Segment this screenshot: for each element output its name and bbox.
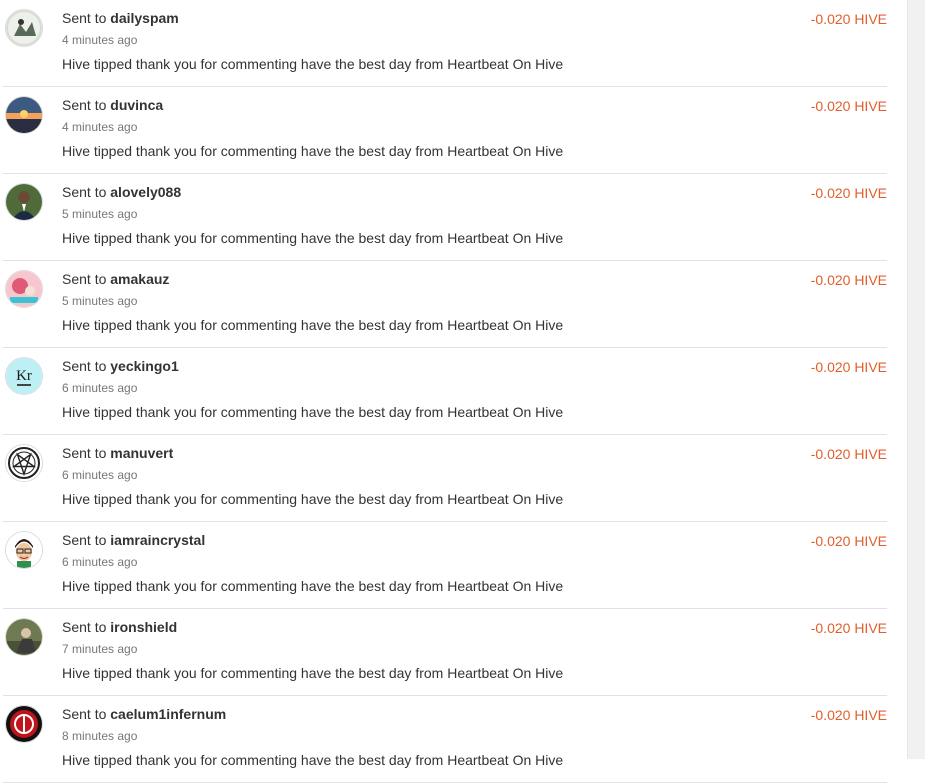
transfer-prefix: Sent to <box>62 706 107 722</box>
recipient-link[interactable]: ironshield <box>110 619 177 635</box>
transfer-amount: -0.020 HIVE <box>810 98 887 114</box>
transfer-prefix: Sent to <box>62 358 107 374</box>
transfer-memo: Hive tipped thank you for commenting hav… <box>62 230 564 246</box>
krypton-symbol: Kr <box>16 368 32 384</box>
transfer-time: 8 minutes ago <box>62 729 138 743</box>
transfer-memo: Hive tipped thank you for commenting hav… <box>62 317 564 333</box>
transfer-memo: Hive tipped thank you for commenting hav… <box>62 56 564 72</box>
transfer-title: Sent to duvinca <box>62 97 163 113</box>
transfer-amount: -0.020 HIVE <box>810 620 887 636</box>
transfer-time: 4 minutes ago <box>62 33 138 47</box>
recipient-link[interactable]: alovely088 <box>110 184 181 200</box>
red-emblem-avatar-icon[interactable] <box>5 705 43 743</box>
transfer-row: Sent to ironshield 7 minutes ago Hive ti… <box>3 609 887 696</box>
transfer-row: Sent to manuvert 6 minutes ago Hive tipp… <box>3 435 887 522</box>
transfer-memo: Hive tipped thank you for commenting hav… <box>62 143 564 159</box>
transfer-row: Sent to duvinca 4 minutes ago Hive tippe… <box>3 87 887 174</box>
transfer-list: Sent to dailyspam 4 minutes ago Hive tip… <box>0 0 887 783</box>
transfer-row: Sent to caelum1infernum 8 minutes ago Hi… <box>3 696 887 783</box>
recipient-link[interactable]: yeckingo1 <box>110 358 178 374</box>
transfer-title: Sent to dailyspam <box>62 10 179 26</box>
transfer-prefix: Sent to <box>62 97 107 113</box>
transfer-memo: Hive tipped thank you for commenting hav… <box>62 491 564 507</box>
transfer-prefix: Sent to <box>62 619 107 635</box>
transfer-time: 5 minutes ago <box>62 207 138 221</box>
transfer-prefix: Sent to <box>62 532 107 548</box>
pink-avatar-icon[interactable] <box>5 270 43 308</box>
transfer-amount: -0.020 HIVE <box>810 533 887 549</box>
transfer-memo: Hive tipped thank you for commenting hav… <box>62 578 564 594</box>
transfer-row: Sent to alovely088 5 minutes ago Hive ti… <box>3 174 887 261</box>
transfer-title: Sent to amakauz <box>62 271 169 287</box>
transfer-prefix: Sent to <box>62 10 107 26</box>
transfer-row: Sent to amakauz 5 minutes ago Hive tippe… <box>3 261 887 348</box>
transfer-time: 6 minutes ago <box>62 555 138 569</box>
transfer-row: Sent to dailyspam 4 minutes ago Hive tip… <box>3 0 887 87</box>
transfer-row: Kr Sent to yeckingo1 6 minutes ago Hive … <box>3 348 887 435</box>
transfer-title: Sent to caelum1infernum <box>62 706 226 722</box>
transfer-title: Sent to manuvert <box>62 445 173 461</box>
transfer-amount: -0.020 HIVE <box>810 707 887 723</box>
recipient-link[interactable]: duvinca <box>110 97 163 113</box>
transfer-title: Sent to ironshield <box>62 619 177 635</box>
transfer-time: 6 minutes ago <box>62 468 138 482</box>
transfer-row: Sent to iamraincrystal 6 minutes ago Hiv… <box>3 522 887 609</box>
transfer-time: 6 minutes ago <box>62 381 138 395</box>
recipient-link[interactable]: amakauz <box>110 271 169 287</box>
transfer-time: 7 minutes ago <box>62 642 138 656</box>
recipient-link[interactable]: manuvert <box>110 445 173 461</box>
krypton-element-avatar-icon[interactable]: Kr <box>5 357 43 395</box>
recipient-link[interactable]: iamraincrystal <box>110 532 205 548</box>
scrollbar[interactable] <box>907 0 925 759</box>
recipient-link[interactable]: caelum1infernum <box>110 706 226 722</box>
transfer-time: 4 minutes ago <box>62 120 138 134</box>
sunset-avatar-icon[interactable] <box>5 96 43 134</box>
recipient-link[interactable]: dailyspam <box>110 10 178 26</box>
dailyspam-avatar-icon[interactable] <box>5 9 43 47</box>
cartoon-face-avatar-icon[interactable] <box>5 531 43 569</box>
transfer-amount: -0.020 HIVE <box>810 11 887 27</box>
transfer-prefix: Sent to <box>62 184 107 200</box>
transfer-time: 5 minutes ago <box>62 294 138 308</box>
transfer-amount: -0.020 HIVE <box>810 272 887 288</box>
transfer-amount: -0.020 HIVE <box>810 446 887 462</box>
transfer-prefix: Sent to <box>62 445 107 461</box>
transfer-title: Sent to yeckingo1 <box>62 358 179 374</box>
transfer-prefix: Sent to <box>62 271 107 287</box>
transfer-title: Sent to alovely088 <box>62 184 181 200</box>
pentagram-avatar-icon[interactable] <box>5 444 43 482</box>
outdoor-avatar-icon[interactable] <box>5 618 43 656</box>
transfer-memo: Hive tipped thank you for commenting hav… <box>62 665 564 681</box>
transfer-memo: Hive tipped thank you for commenting hav… <box>62 404 564 420</box>
transfer-amount: -0.020 HIVE <box>810 185 887 201</box>
transfer-title: Sent to iamraincrystal <box>62 532 205 548</box>
person-avatar-icon[interactable] <box>5 183 43 221</box>
transfer-amount: -0.020 HIVE <box>810 359 887 375</box>
transfer-memo: Hive tipped thank you for commenting hav… <box>62 752 564 768</box>
